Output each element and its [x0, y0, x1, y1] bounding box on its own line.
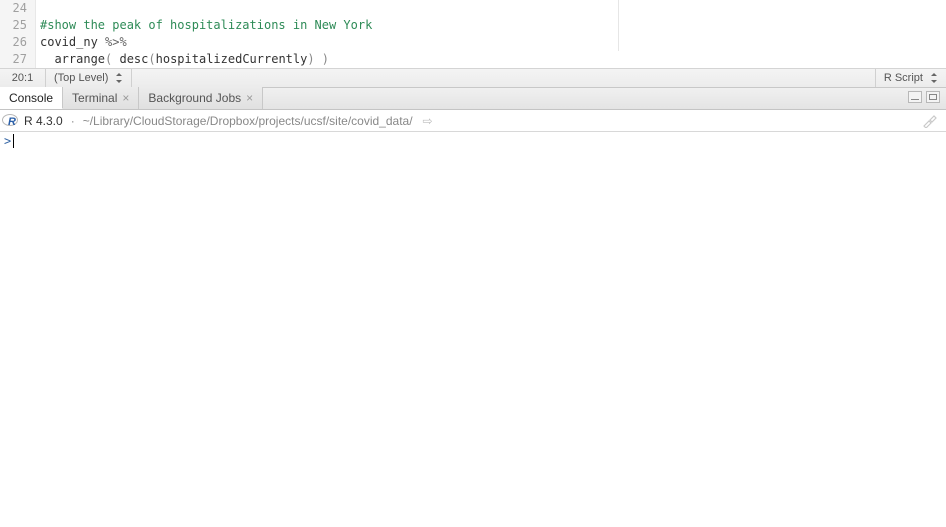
- code-line[interactable]: arrange( desc(hospitalizedCurrently) ): [40, 51, 946, 68]
- language-selector[interactable]: R Script: [875, 69, 946, 87]
- line-number: 27: [0, 51, 27, 68]
- code-line[interactable]: #show the peak of hospitalizations in Ne…: [40, 17, 946, 34]
- tab-terminal[interactable]: Terminal ×: [63, 87, 139, 109]
- line-number: 24: [0, 0, 27, 17]
- source-editor-pane: 24252627 #show the peak of hospitalizati…: [0, 0, 946, 88]
- close-icon[interactable]: ×: [122, 92, 129, 104]
- updown-icon: [930, 73, 938, 83]
- scope-selector[interactable]: (Top Level): [46, 69, 132, 87]
- goto-directory-icon[interactable]: ⇨: [423, 114, 433, 128]
- scope-label: (Top Level): [54, 72, 108, 84]
- tab-label: Background Jobs: [148, 87, 241, 109]
- console-body[interactable]: >: [0, 132, 946, 527]
- tab-background-jobs[interactable]: Background Jobs ×: [139, 87, 263, 109]
- cursor-position[interactable]: 20:1: [0, 69, 46, 87]
- console-tabstrip: Console Terminal × Background Jobs ×: [0, 88, 946, 110]
- code-area[interactable]: 24252627 #show the peak of hospitalizati…: [0, 0, 946, 68]
- close-icon[interactable]: ×: [246, 92, 253, 104]
- margin-ruler: [618, 0, 619, 51]
- language-label: R Script: [884, 72, 923, 84]
- line-number: 26: [0, 34, 27, 51]
- r-version: R 4.3.0: [24, 114, 63, 128]
- tab-label: Terminal: [72, 87, 117, 109]
- console-header: R R 4.3.0 · ~/Library/CloudStorage/Dropb…: [0, 110, 946, 132]
- maximize-pane-button[interactable]: [926, 91, 940, 103]
- editor-status-bar: 20:1 (Top Level) R Script: [0, 68, 946, 87]
- separator-dot: ·: [69, 114, 77, 128]
- minimize-pane-button[interactable]: [908, 91, 922, 103]
- working-directory[interactable]: ~/Library/CloudStorage/Dropbox/projects/…: [83, 114, 413, 128]
- text-cursor: [13, 134, 14, 148]
- code-line[interactable]: covid_ny %>%: [40, 34, 946, 51]
- pane-window-controls: [908, 91, 940, 103]
- r-logo-icon: R: [2, 113, 18, 129]
- clear-console-icon[interactable]: [922, 114, 938, 128]
- code-line[interactable]: [40, 0, 946, 17]
- line-number-gutter: 24252627: [0, 0, 36, 68]
- tab-console[interactable]: Console: [0, 87, 63, 109]
- line-number: 25: [0, 17, 27, 34]
- updown-icon: [115, 73, 123, 83]
- code-lines[interactable]: #show the peak of hospitalizations in Ne…: [36, 0, 946, 68]
- console-prompt: >: [4, 134, 11, 148]
- tab-label: Console: [9, 87, 53, 109]
